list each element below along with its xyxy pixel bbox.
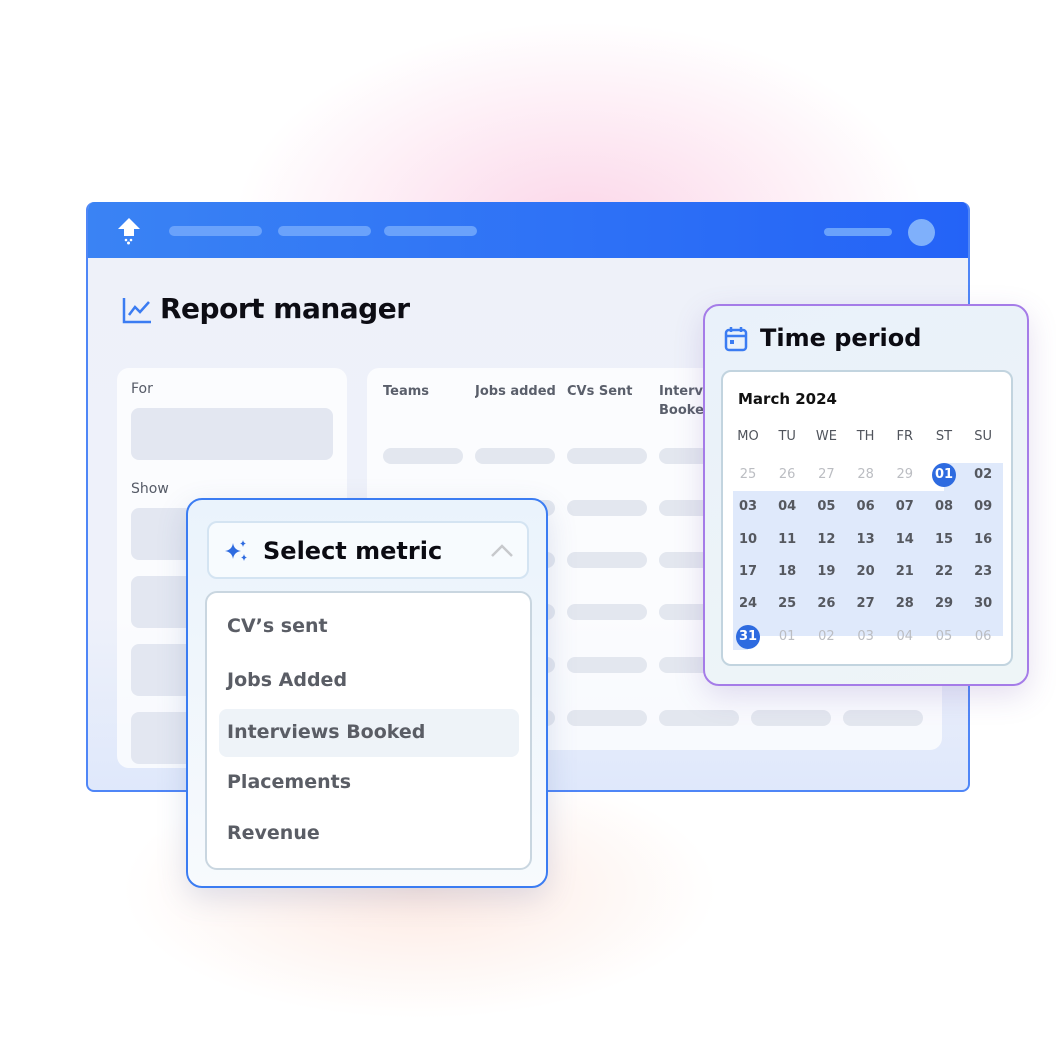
weekday-header: TH bbox=[856, 429, 875, 444]
for-field[interactable] bbox=[131, 408, 333, 460]
calendar-icon bbox=[724, 327, 748, 352]
calendar-day[interactable]: 05 bbox=[926, 629, 962, 644]
logo-icon[interactable] bbox=[116, 216, 142, 246]
nav-item[interactable] bbox=[278, 226, 371, 236]
time-period-panel: Time period March 2024 MO TU WE TH FR ST SU 25 2… bbox=[703, 304, 1029, 686]
column-header-cvs-sent: CVs Sent bbox=[567, 384, 633, 399]
calendar-day[interactable]: 27 bbox=[848, 596, 884, 611]
select-metric-title: Select metric bbox=[263, 537, 443, 565]
calendar-day[interactable]: 28 bbox=[887, 596, 923, 611]
table-cell-placeholder bbox=[567, 604, 647, 620]
weekday-header: SU bbox=[974, 429, 993, 444]
time-period-title: Time period bbox=[760, 324, 922, 352]
calendar-day[interactable]: 03 bbox=[730, 499, 766, 514]
table-cell-placeholder bbox=[475, 448, 555, 464]
weekday-header: MO bbox=[737, 429, 759, 444]
calendar-day[interactable]: 28 bbox=[848, 467, 884, 482]
table-cell-placeholder bbox=[751, 710, 831, 726]
calendar-day[interactable]: 26 bbox=[769, 467, 805, 482]
table-cell-placeholder bbox=[567, 500, 647, 516]
option-cvs-sent[interactable]: CV’s sent bbox=[227, 615, 328, 637]
table-cell-placeholder bbox=[567, 448, 647, 464]
metric-options-list: CV’s sent Jobs Added Interviews Booked P… bbox=[205, 591, 532, 870]
calendar-day[interactable]: 18 bbox=[769, 564, 805, 579]
nav-item[interactable] bbox=[384, 226, 477, 236]
nav-item[interactable] bbox=[824, 228, 892, 236]
calendar-day[interactable]: 22 bbox=[926, 564, 962, 579]
calendar-day[interactable]: 24 bbox=[730, 596, 766, 611]
weekday-header: ST bbox=[935, 429, 953, 444]
calendar: March 2024 MO TU WE TH FR ST SU 25 26 27 28 29 01 02 0… bbox=[721, 370, 1013, 666]
nav-item[interactable] bbox=[169, 226, 262, 236]
table-cell-placeholder bbox=[383, 448, 463, 464]
select-metric-toggle[interactable]: Select metric bbox=[207, 521, 529, 579]
calendar-day[interactable]: 04 bbox=[769, 499, 805, 514]
calendar-day[interactable]: 30 bbox=[965, 596, 1001, 611]
calendar-day[interactable]: 21 bbox=[887, 564, 923, 579]
option-placements[interactable]: Placements bbox=[227, 771, 351, 793]
calendar-day[interactable]: 01 bbox=[769, 629, 805, 644]
table-cell-placeholder bbox=[567, 552, 647, 568]
calendar-day[interactable]: 02 bbox=[965, 467, 1001, 482]
column-header-teams: Teams bbox=[383, 384, 430, 399]
calendar-day-selected[interactable]: 01 bbox=[926, 467, 962, 482]
table-cell-placeholder bbox=[843, 710, 923, 726]
calendar-day[interactable]: 12 bbox=[808, 532, 844, 547]
column-header-jobs-added: Jobs added bbox=[475, 384, 556, 399]
calendar-day[interactable]: 06 bbox=[848, 499, 884, 514]
weekday-header: FR bbox=[896, 429, 914, 444]
option-jobs-added[interactable]: Jobs Added bbox=[227, 669, 347, 691]
line-chart-icon bbox=[122, 298, 151, 324]
calendar-day[interactable]: 09 bbox=[965, 499, 1001, 514]
calendar-day[interactable]: 02 bbox=[808, 629, 844, 644]
table-cell-placeholder bbox=[567, 710, 647, 726]
option-revenue[interactable]: Revenue bbox=[227, 822, 320, 844]
table-cell-placeholder bbox=[659, 710, 739, 726]
calendar-day[interactable]: 16 bbox=[965, 532, 1001, 547]
calendar-day[interactable]: 23 bbox=[965, 564, 1001, 579]
calendar-day[interactable]: 11 bbox=[769, 532, 805, 547]
calendar-day[interactable]: 06 bbox=[965, 629, 1001, 644]
calendar-day[interactable]: 19 bbox=[808, 564, 844, 579]
avatar[interactable] bbox=[908, 219, 935, 246]
calendar-day-selected[interactable]: 31 bbox=[730, 629, 766, 644]
calendar-day[interactable]: 14 bbox=[887, 532, 923, 547]
calendar-day[interactable]: 25 bbox=[730, 467, 766, 482]
calendar-day[interactable]: 07 bbox=[887, 499, 923, 514]
calendar-day[interactable]: 20 bbox=[848, 564, 884, 579]
calendar-day[interactable]: 25 bbox=[769, 596, 805, 611]
table-cell-placeholder bbox=[567, 657, 647, 673]
calendar-day[interactable]: 17 bbox=[730, 564, 766, 579]
calendar-day[interactable]: 05 bbox=[808, 499, 844, 514]
for-label: For bbox=[131, 381, 153, 397]
calendar-day[interactable]: 15 bbox=[926, 532, 962, 547]
show-label: Show bbox=[131, 481, 169, 497]
weekday-header: TU bbox=[778, 429, 796, 444]
calendar-day[interactable]: 29 bbox=[926, 596, 962, 611]
top-nav-bar bbox=[88, 202, 968, 258]
sparkle-icon bbox=[225, 540, 247, 561]
weekday-header: WE bbox=[815, 429, 837, 444]
select-metric-dropdown: Select metric CV’s sent Jobs Added Inter… bbox=[186, 498, 548, 888]
page-title: Report manager bbox=[160, 292, 410, 325]
calendar-day[interactable]: 08 bbox=[926, 499, 962, 514]
calendar-month: March 2024 bbox=[738, 390, 837, 408]
calendar-day[interactable]: 13 bbox=[848, 532, 884, 547]
calendar-day[interactable]: 03 bbox=[848, 629, 884, 644]
calendar-day[interactable]: 29 bbox=[887, 467, 923, 482]
calendar-day[interactable]: 27 bbox=[808, 467, 844, 482]
calendar-day[interactable]: 04 bbox=[887, 629, 923, 644]
calendar-day[interactable]: 10 bbox=[730, 532, 766, 547]
chevron-up-icon[interactable] bbox=[489, 543, 515, 559]
option-interviews-booked[interactable]: Interviews Booked bbox=[227, 721, 425, 743]
calendar-day[interactable]: 26 bbox=[808, 596, 844, 611]
